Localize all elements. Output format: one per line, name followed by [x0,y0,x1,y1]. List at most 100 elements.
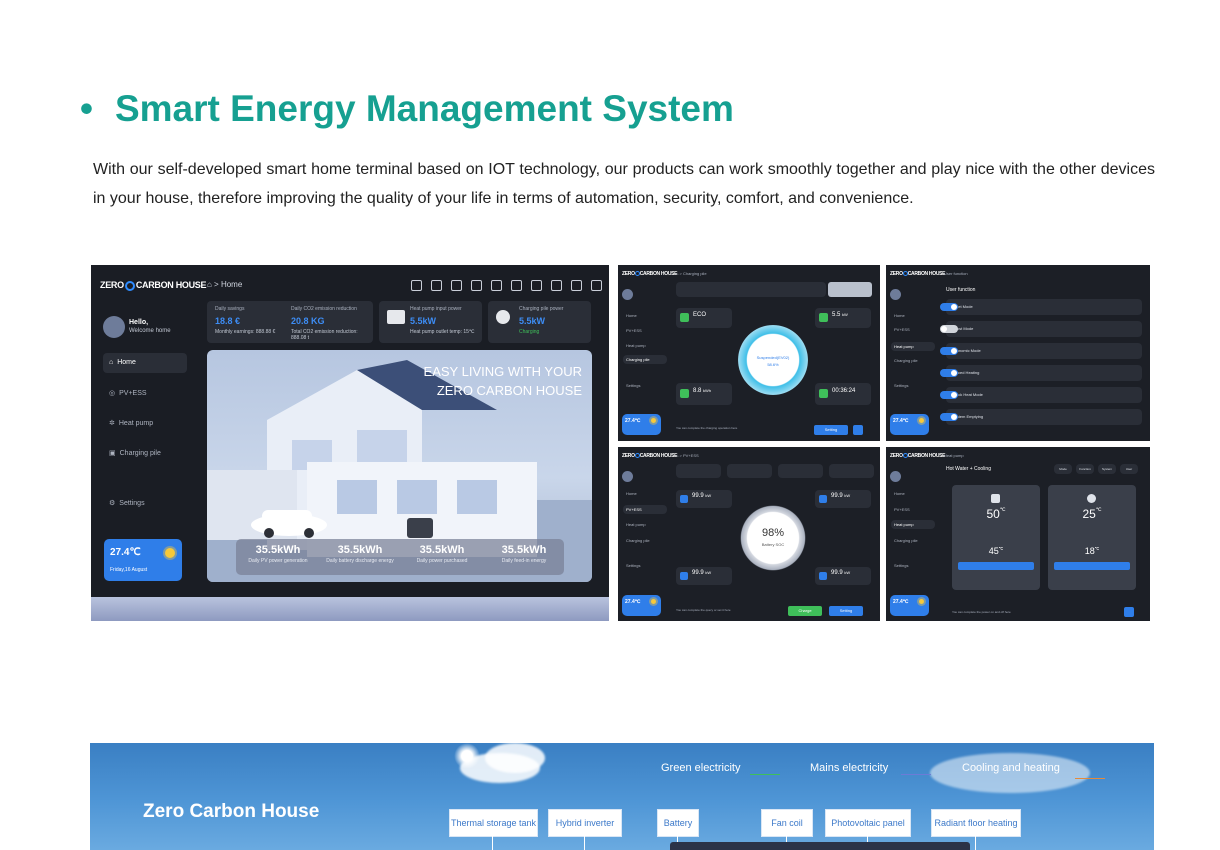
setting-button[interactable]: Setting [829,606,863,616]
sidebar-item-heatpump[interactable]: ✲ Heat pump [109,419,153,427]
battery-soc-gauge: 98% Battery SOC [740,505,806,571]
breadcrumb[interactable]: ⌂ > Charging pile [676,271,707,276]
sidebar-item-home[interactable]: Home [626,313,637,318]
sun-icon [919,418,924,423]
mode-icon[interactable] [431,280,442,291]
sidebar-item-charging[interactable]: Charging pile [894,358,918,363]
sidebar-item-pvess[interactable]: PV+ESS [623,505,667,514]
sidebar-item-settings[interactable]: Settings [626,383,640,388]
sidebar-item-heatpump[interactable]: Heat pump [626,522,646,527]
tab-user[interactable]: User [1120,464,1138,474]
sidebar-item-pvess[interactable]: PV+ESS [894,507,910,512]
toolbar [411,280,609,291]
function-row-quiet: Quiet Mode [940,299,1142,315]
charger-icon [496,310,510,324]
sidebar-item-settings[interactable]: Settings [626,563,640,568]
breadcrumb[interactable]: Heat pump [944,453,964,458]
sidebar-item-charging[interactable]: Charging pile [894,538,918,543]
cloud-icon[interactable] [531,280,542,291]
cloud-decoration [485,743,545,773]
cooling-icon [1087,494,1096,503]
tag-photovoltaic-panel: Photovoltaic panel [825,809,911,837]
moon-icon[interactable] [511,280,522,291]
heading-title: Smart Energy Management System [114,88,734,129]
charge-gauge: Suspended(EV02) 58.6% [738,325,808,395]
charging-icon: ▣ [109,450,116,457]
brand-logo-small: ZERO CARBON HOUSE [890,453,946,459]
sidebar-item-pvess[interactable]: PV+ESS [626,328,642,333]
tile-power: 5.5 kW [815,308,871,328]
legend-green: Green electricity [661,762,741,774]
toggle-quick-heat[interactable] [940,391,958,399]
sidebar-item-charging[interactable]: Charging pile [623,355,667,364]
tag-thermal-storage-tank: Thermal storage tank [449,809,538,837]
weather-temp: 27.4℃ [110,547,141,558]
screen-heatpump: ZERO CARBON HOUSE Heat pump Home PV+ESS H… [886,447,1150,621]
sidebar-item-home[interactable]: ⌂ Home [103,353,187,373]
sidebar-item-heatpump[interactable]: Heat pump [626,343,646,348]
solar-icon [680,495,688,503]
legend-mains-line [901,774,931,775]
network-icon[interactable] [571,280,582,291]
car-thumbnail [828,282,872,297]
headline-line1: EASY LIVING WITH YOUR [423,364,582,379]
toggle-economic[interactable] [940,347,958,355]
breadcrumb[interactable]: ⌂ > PV+ESS [676,453,699,458]
sidebar-item-charging[interactable]: ▣ Charging pile [109,449,161,457]
tile-battery: 99.9 kW [676,567,732,585]
sidebar-item-settings[interactable]: Settings [894,383,908,388]
toggle-quiet[interactable] [940,303,958,311]
clock-icon[interactable] [491,280,502,291]
sidebar-item-heatpump[interactable]: Heat pump [891,520,935,529]
load-icon [819,572,827,580]
brand-logo: ZERO CARBON HOUSE [100,280,207,291]
sidebar-item-home[interactable]: Home [894,491,905,496]
sun-icon [651,599,656,604]
footer-text: You can complete the power on and off he… [952,610,1011,614]
toggle-boost[interactable] [940,325,958,333]
pv-icon: ◎ [109,390,116,397]
sidebar-item-home[interactable]: Home [894,313,905,318]
fan-icon[interactable] [411,280,422,291]
legend-green-line [750,774,780,775]
hot-water-slider[interactable] [958,562,1034,570]
hot-water-icon [991,494,1000,503]
monitor-stand [91,597,609,621]
stat-pv: 35.5kWh Daily PV power generation [248,544,308,564]
zero-carbon-banner: Zero Carbon House Green electricity Main… [90,743,1154,850]
sidebar-item-heatpump[interactable]: Heat pump [891,342,935,351]
stat-feedin: 35.5kWh Daily feed-in energy [501,544,547,564]
tab-function[interactable]: Function [1076,464,1094,474]
schedule-icon[interactable] [451,280,462,291]
greeting: Hello, [129,319,149,326]
section-heading: • Smart Energy Management System [80,88,734,130]
settings-icon[interactable] [551,280,562,291]
logo-left: ZERO [100,280,124,290]
weather-widget: 27.4℃ [622,595,661,616]
sidebar-item-settings[interactable]: Settings [894,563,908,568]
sidebar-item-charging[interactable]: Charging pile [626,538,650,543]
legend-cooling-line [1075,778,1105,779]
footer-text: You can complete the charging operation … [676,426,738,430]
sidebar-item-pvess[interactable]: PV+ESS [894,327,910,332]
breadcrumb[interactable]: User function [944,271,968,276]
sidebar-item-pvess[interactable]: ◎ PV+ESS [109,389,147,397]
wifi-icon[interactable] [591,280,602,291]
heatpump-tabs: Mode Function System User [1054,464,1138,474]
leader-line [975,835,976,850]
heading-bullet: • [80,88,93,129]
cooling-slider[interactable] [1054,562,1130,570]
toggle-forced-heating[interactable] [940,369,958,377]
power-button-icon[interactable] [1124,607,1134,617]
tab-system[interactable]: System [1098,464,1116,474]
sidebar-item-settings[interactable]: ⚙ Settings [109,499,145,507]
setting-button[interactable]: Setting [814,425,848,435]
power-button-icon[interactable] [853,425,863,435]
banner-title: Zero Carbon House [143,801,320,822]
sidebar-item-home[interactable]: Home [626,491,637,496]
battery-icon[interactable] [471,280,482,291]
toggle-system-emptying[interactable] [940,413,958,421]
breadcrumb[interactable]: ⌂ > Home [207,280,242,289]
charge-button[interactable]: Charge [788,606,822,616]
tab-mode[interactable]: Mode [1054,464,1072,474]
